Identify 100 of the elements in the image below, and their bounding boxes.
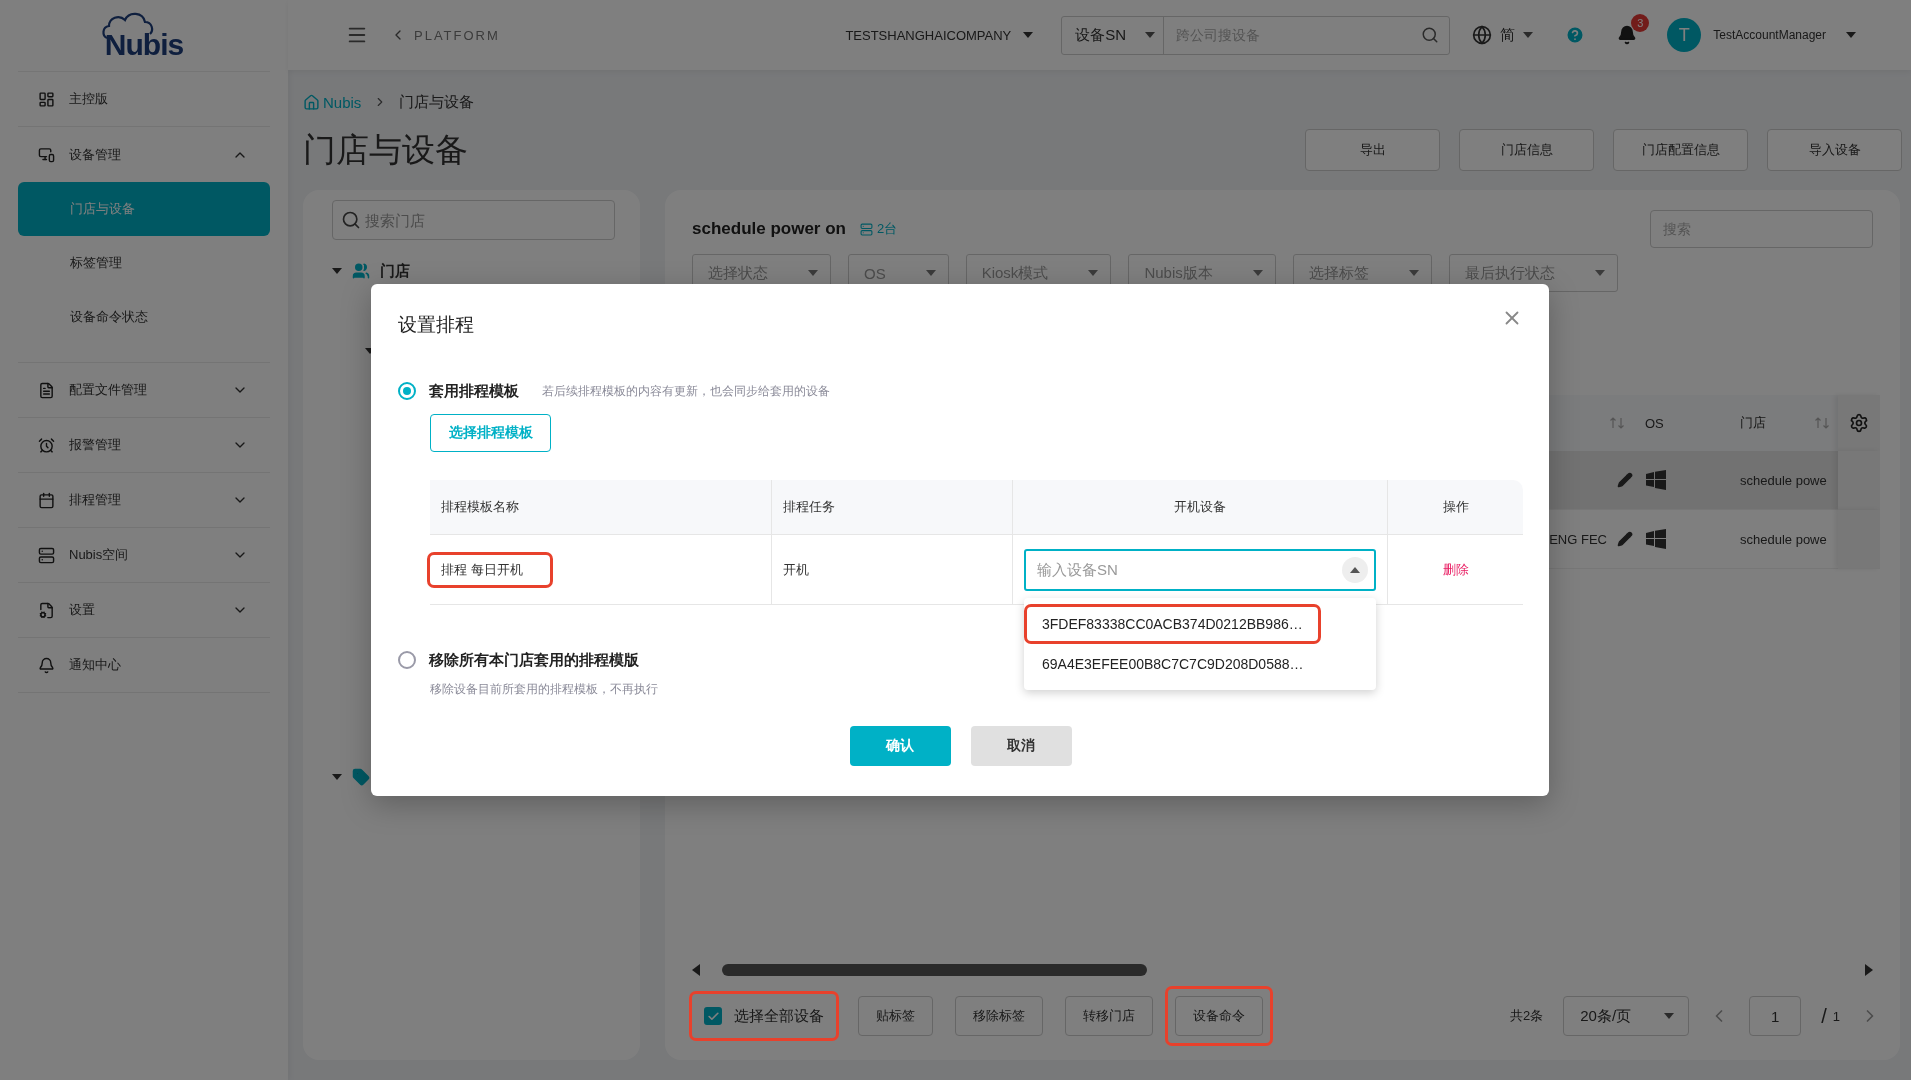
column-header: 操作 (1388, 480, 1523, 535)
caret-down-icon (925, 270, 936, 276)
sort-icon (1609, 417, 1625, 429)
server-icon (860, 222, 873, 236)
column-header: 排程模板名称 (430, 480, 772, 535)
caret-up-icon[interactable] (1342, 556, 1368, 583)
calendar-icon (38, 491, 55, 509)
page-field[interactable]: 1 (1749, 996, 1802, 1036)
server-icon (38, 546, 55, 564)
sort-icon (1814, 417, 1830, 429)
search-icon (341, 210, 361, 230)
confirm-button[interactable]: 确认 (849, 726, 951, 766)
table-cell: schedule powe (1740, 472, 1827, 488)
company-select[interactable]: TESTSHANGHAICOMPANY (845, 27, 1012, 43)
nav-subitem[interactable]: 设备命令状态 (18, 290, 270, 344)
page-size-select[interactable]: 20条/页 (1563, 996, 1690, 1036)
scrollbar-thumb[interactable] (722, 964, 1147, 976)
breadcrumb-current: 门店与设备 (399, 92, 475, 112)
action-button[interactable]: 贴标签 (858, 996, 933, 1036)
page-separator: / (1821, 1004, 1827, 1028)
option-label[interactable]: 移除所有本门店套用的排程模版 (429, 650, 639, 670)
nav-item[interactable]: 设备管理 (18, 127, 270, 182)
caret-down-icon (808, 270, 818, 276)
pencil-icon[interactable] (1617, 472, 1633, 488)
dialog-title: 设置排程 (398, 313, 474, 337)
nav-item[interactable]: 设置 (18, 583, 270, 638)
page-title: 门店与设备 (303, 129, 468, 170)
radio-button[interactable] (398, 382, 416, 400)
caret-down-icon (1523, 32, 1534, 38)
total-count: 共2条 (1509, 1007, 1544, 1025)
caret-down-icon (1252, 270, 1263, 276)
windows-icon (1645, 470, 1667, 490)
search-icon[interactable] (1421, 26, 1440, 44)
cancel-button[interactable]: 取消 (970, 726, 1072, 766)
nav-item[interactable]: 配置文件管理 (18, 363, 270, 418)
back-link[interactable]: PLATFORM (414, 27, 500, 43)
option-hint: 若后续排程模板的内容有更新，也会同步给套用的设备 (542, 382, 830, 400)
device-input[interactable]: 输入设备SN (1035, 560, 1342, 579)
column-header: 门店 (1740, 414, 1766, 432)
bell-icon (38, 656, 55, 674)
help-icon[interactable] (1565, 25, 1586, 45)
dropdown-option[interactable]: 69A4E3EFEE00B8C7C7C9D208D0588… (1028, 645, 1318, 682)
select-all-checkbox[interactable]: 选择全部设备 (692, 994, 836, 1038)
device-select-field[interactable]: 输入设备SN (1024, 548, 1376, 591)
nav-item[interactable]: 主控版 (18, 72, 270, 127)
option-hint: 移除设备目前所套用的排程模板，不再执行 (430, 681, 659, 697)
dashboard-icon (38, 90, 55, 108)
language-select[interactable]: 简 (1472, 25, 1534, 45)
caret-down-icon (1023, 32, 1034, 38)
header-button[interactable]: 门店配置信息 (1613, 129, 1748, 171)
devices-icon (38, 146, 55, 163)
caret-down-icon (1088, 270, 1099, 276)
logo-text: Nubis (104, 27, 184, 62)
nav-item[interactable]: 报警管理 (18, 418, 270, 473)
panel-title: schedule power on (692, 219, 846, 239)
check-icon (706, 1009, 720, 1023)
tree-node[interactable]: 门店 (380, 261, 410, 281)
table-cell: 开机 (783, 560, 809, 579)
nav-item[interactable]: Nubis空间 (18, 528, 270, 583)
header-button[interactable]: 门店信息 (1459, 129, 1594, 171)
document-icon (38, 381, 55, 399)
radio-button[interactable] (398, 651, 416, 669)
user-name[interactable]: TestAccountManager (1713, 28, 1826, 42)
windows-icon (1645, 529, 1667, 549)
nav-subitem[interactable]: 标签管理 (18, 236, 270, 290)
scroll-left-icon[interactable] (692, 964, 700, 976)
caret-down-icon (1594, 270, 1605, 276)
caret-down-icon (1408, 270, 1419, 276)
device-count: 2台 (877, 220, 898, 238)
alarm-clock-icon (38, 436, 55, 454)
caret-down-icon (1846, 32, 1856, 38)
file-gear-icon (38, 601, 55, 619)
action-button[interactable]: 移除标签 (955, 996, 1043, 1036)
column-header: OS (1645, 414, 1665, 433)
action-button[interactable]: 设备命令 (1175, 996, 1263, 1036)
tag-icon (352, 768, 370, 786)
settings-icon[interactable] (1849, 413, 1869, 433)
globe-icon (1472, 25, 1493, 45)
table-cell: ENG FEC (1549, 531, 1607, 547)
action-button[interactable]: 转移门店 (1065, 996, 1153, 1036)
header-button[interactable]: 导出 (1305, 129, 1440, 171)
caret-down-icon (1664, 1013, 1675, 1019)
header-button[interactable]: 导入设备 (1767, 129, 1902, 171)
column-header: 排程任务 (772, 480, 1013, 535)
home-icon (303, 93, 320, 111)
bell-icon[interactable] (1617, 25, 1638, 45)
table-cell: schedule powe (1740, 531, 1827, 547)
option-label[interactable]: 套用排程模板 (429, 381, 519, 401)
choose-template-button[interactable]: 选择排程模板 (430, 414, 551, 452)
column-header: 开机设备 (1013, 480, 1388, 535)
notification-badge: 3 (1631, 14, 1650, 32)
users-icon (352, 262, 370, 280)
scroll-right-icon[interactable] (1865, 964, 1873, 976)
caret-down-icon (1145, 32, 1156, 38)
page-count: 1 (1832, 1008, 1840, 1024)
nav-item[interactable]: 通知中心 (18, 638, 270, 693)
table-cell: 排程 每日开机 (441, 560, 523, 579)
pencil-icon[interactable] (1617, 531, 1633, 547)
nav-item[interactable]: 排程管理 (18, 473, 270, 528)
delete-link[interactable]: 删除 (1442, 560, 1469, 579)
